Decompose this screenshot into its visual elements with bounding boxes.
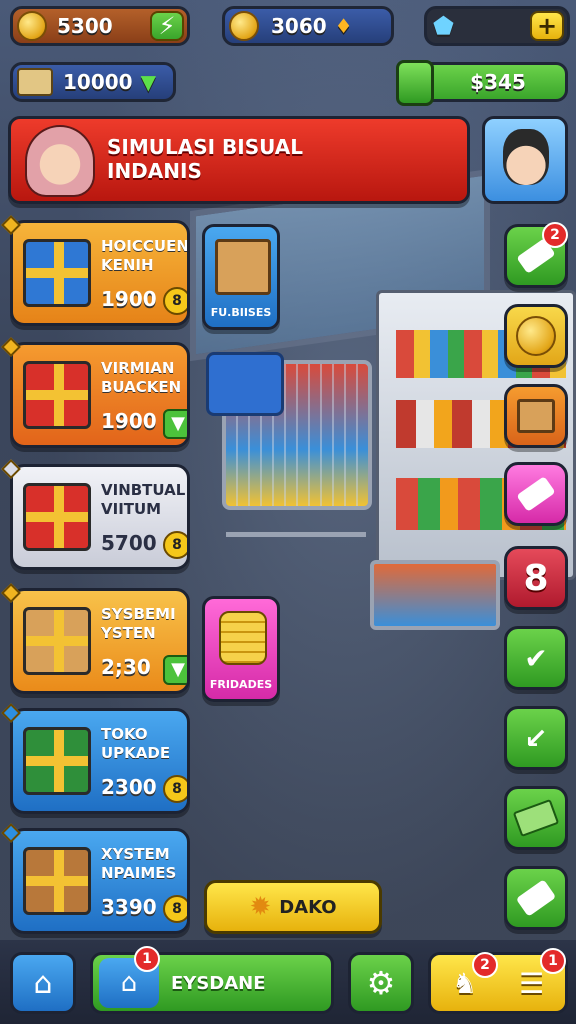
add-button[interactable]: + xyxy=(530,11,564,41)
gem-amount: 3060 xyxy=(271,14,327,38)
second-cart xyxy=(370,560,500,630)
down-arrow-icon: ▼ xyxy=(163,409,187,439)
card-price: 3390 xyxy=(101,895,157,919)
coin-badge-icon: 8 xyxy=(163,895,187,923)
cash-box-icon xyxy=(17,68,53,96)
level-number: 8 xyxy=(523,557,549,599)
manager-face-icon xyxy=(503,129,549,185)
crate-button[interactable] xyxy=(504,384,568,448)
arrow-button[interactable]: ↙ xyxy=(504,706,568,770)
money-bill-icon xyxy=(512,798,560,838)
inventory-badge-b: 1 xyxy=(540,948,566,974)
dako-button[interactable]: ✹ DAKO xyxy=(204,880,382,934)
crate-icon xyxy=(517,399,555,433)
cash-amount: $345 xyxy=(470,70,526,94)
blue-basket xyxy=(206,352,284,416)
coin-badge-icon: 8 xyxy=(163,775,187,803)
down-arrow-icon: ▼ xyxy=(163,655,187,685)
box-card[interactable]: FU.BIISES xyxy=(202,224,280,330)
card-title: HOICCUEN KENIH xyxy=(101,237,189,274)
coin-icon xyxy=(229,11,259,41)
shop-card-5[interactable]: TOKO UPKADE 2300 8 xyxy=(10,708,190,814)
card-title: XYSTEM NPAIMES xyxy=(101,845,177,882)
card-title: VIRMIAN BUACKEN xyxy=(101,359,182,396)
cash-button[interactable] xyxy=(504,786,568,850)
hijab-avatar xyxy=(25,125,95,197)
gem-counter[interactable]: 3060 ♦ xyxy=(222,6,394,46)
card-price: 1900 xyxy=(101,409,157,433)
shop-card-2[interactable]: VIRMIAN BUACKEN 1900 ▼ xyxy=(10,342,190,448)
main-nav-button[interactable]: ⌂ EYSDANE xyxy=(90,952,334,1014)
menu-icon: ☰ xyxy=(518,966,545,1000)
bank-amount: 10000 xyxy=(63,70,133,94)
coin-button[interactable] xyxy=(504,304,568,368)
blue-gift-icon xyxy=(23,239,91,307)
down-arrow-icon: ▼ xyxy=(140,70,156,94)
card-title: SYSBEMI YSTEN xyxy=(101,605,176,642)
notification-badge: 2 xyxy=(542,222,568,248)
coin-counter[interactable]: 5300 ⚡ xyxy=(10,6,190,46)
coin-badge-icon: 8 xyxy=(163,287,187,315)
inventory-badge-a: 2 xyxy=(472,952,498,978)
eraser-icon xyxy=(516,476,556,512)
crate-gift-icon xyxy=(23,847,91,915)
gear-star-icon: ✹ xyxy=(249,892,272,922)
shop-card-1[interactable]: HOICCUEN KENIH 1900 8 xyxy=(10,220,190,326)
card-title: TOKO UPKADE xyxy=(101,725,171,762)
home-button[interactable]: ⌂ xyxy=(10,952,76,1014)
battery-icon xyxy=(396,60,434,106)
coin-card[interactable]: FRIDADES xyxy=(202,596,280,702)
green-gift-icon xyxy=(23,727,91,795)
box-card-label: FU.BIISES xyxy=(210,306,272,319)
main-nav-label: EYSDANE xyxy=(171,972,266,994)
coin-stack-icon xyxy=(219,611,267,665)
flame-icon: ♦ xyxy=(334,14,353,38)
down-left-arrow-icon: ↙ xyxy=(524,721,548,755)
shop-card-6[interactable]: XYSTEM NPAIMES 3390 8 xyxy=(10,828,190,934)
level-button[interactable]: 8 xyxy=(504,546,568,610)
check-button[interactable]: ✔ xyxy=(504,626,568,690)
red-gift-icon xyxy=(23,361,91,429)
card-price: 5700 xyxy=(101,531,157,555)
bank-counter[interactable]: 10000 ▼ xyxy=(10,62,176,102)
home-notification-badge: 1 xyxy=(134,946,160,972)
coin-amount: 5300 xyxy=(57,14,113,38)
red-green-gift-icon xyxy=(23,483,91,551)
profile-avatar[interactable] xyxy=(482,116,568,204)
pink-eraser-button[interactable] xyxy=(504,462,568,526)
settings-button[interactable]: ⚙ xyxy=(348,952,414,1014)
cardboard-box-icon xyxy=(215,239,271,295)
banner-title: SIMULASI BISUAL INDANIS xyxy=(107,135,303,183)
dako-label: DAKO xyxy=(279,896,337,918)
card-price: 2300 xyxy=(101,775,157,799)
checkmark-icon: ✔ xyxy=(524,641,548,675)
coin-stack-icon xyxy=(17,11,47,41)
home-icon: ⌂ xyxy=(33,965,53,1001)
shop-card-3[interactable]: VINBTUAL VIITUM 5700 8 xyxy=(10,464,190,570)
card-price: 1900 xyxy=(101,287,157,311)
gear-icon: ⚙ xyxy=(366,964,396,1002)
cart-wheels xyxy=(226,532,366,552)
title-banner: SIMULASI BISUAL INDANIS xyxy=(8,116,470,204)
brown-gift-icon xyxy=(23,607,91,675)
shop-card-4[interactable]: SYSBEMI YSTEN 2;30 ▼ xyxy=(10,588,190,694)
card-price: 2;30 xyxy=(101,655,151,679)
gold-coin-icon xyxy=(516,316,556,356)
shield-icon: ⬟ xyxy=(433,12,454,40)
coin-badge-icon: 8 xyxy=(163,531,187,559)
coin-add-icon[interactable]: ⚡ xyxy=(150,11,184,41)
xp-bar[interactable]: ⬟ + xyxy=(424,6,570,46)
tag-icon xyxy=(515,879,557,917)
coin-card-label: FRIDADES xyxy=(209,678,273,691)
tag-button[interactable] xyxy=(504,866,568,930)
card-title: VINBTUAL VIITUM xyxy=(101,481,186,518)
